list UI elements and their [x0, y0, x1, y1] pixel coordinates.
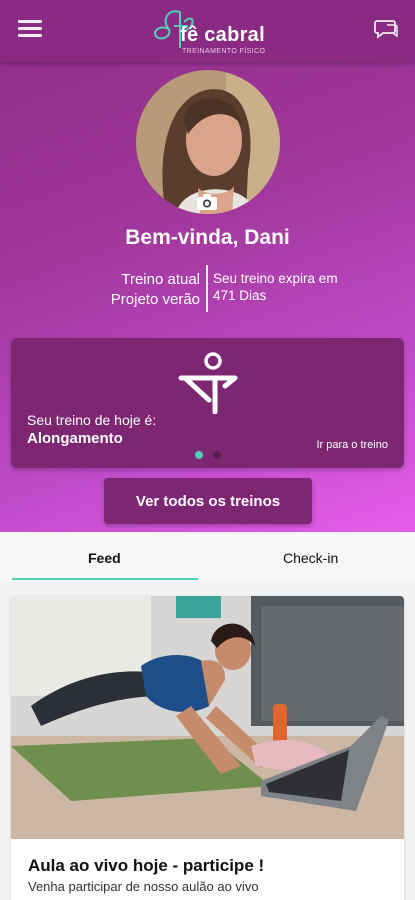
logo-subtitle: TREINAMENTO FÍSICO: [182, 48, 266, 55]
tab-feed[interactable]: Feed: [88, 550, 121, 566]
stretching-figure-icon: [178, 352, 238, 414]
current-plan-name: Projeto verão: [110, 291, 200, 308]
camera-icon[interactable]: [196, 193, 218, 211]
current-plan: Treino atual Projeto verão: [60, 270, 200, 310]
welcome-message: Bem-vinda, Dani: [125, 226, 290, 249]
today-workout-name: Alongamento: [27, 430, 123, 447]
go-to-workout-link[interactable]: Ir para o treino: [316, 439, 388, 451]
carousel-dot-active[interactable]: [195, 451, 203, 459]
active-tab-indicator: [12, 578, 198, 580]
feed-post-description: Venha participar de nosso aulão ao vivo: [28, 879, 259, 894]
plan-expiry: Seu treino expira em 471 Dias: [213, 270, 393, 304]
current-plan-label: Treino atual: [121, 271, 200, 288]
tab-check-in[interactable]: Check-in: [283, 550, 338, 566]
feed-post-image: [11, 596, 404, 839]
feed-post-card[interactable]: Aula ao vivo hoje - participe ! Venha pa…: [11, 596, 404, 900]
plan-expiry-value: 471 Dias: [213, 288, 267, 303]
feed-tabs: Feed Check-in: [0, 532, 415, 582]
app-logo: fê cabral TREINAMENTO FÍSICO: [150, 4, 270, 60]
chat-bubble-icon[interactable]: [373, 16, 399, 42]
feed-post-title: Aula ao vivo hoje - participe !: [28, 856, 265, 875]
top-app-bar: fê cabral TREINAMENTO FÍSICO: [0, 0, 415, 62]
plan-expiry-label: Seu treino expira em: [213, 271, 338, 286]
hamburger-menu-icon[interactable]: [18, 20, 42, 40]
view-all-workouts-button[interactable]: Ver todos os treinos: [104, 478, 312, 524]
today-workout-label: Seu treino de hoje é:: [27, 412, 157, 428]
plan-divider: [206, 265, 208, 312]
carousel-indicator: [195, 446, 227, 459]
carousel-dot-inactive[interactable]: [213, 451, 222, 459]
logo-name: fê cabral: [180, 24, 265, 46]
today-workout-card[interactable]: Seu treino de hoje é: Alongamento Ir par…: [11, 338, 404, 468]
